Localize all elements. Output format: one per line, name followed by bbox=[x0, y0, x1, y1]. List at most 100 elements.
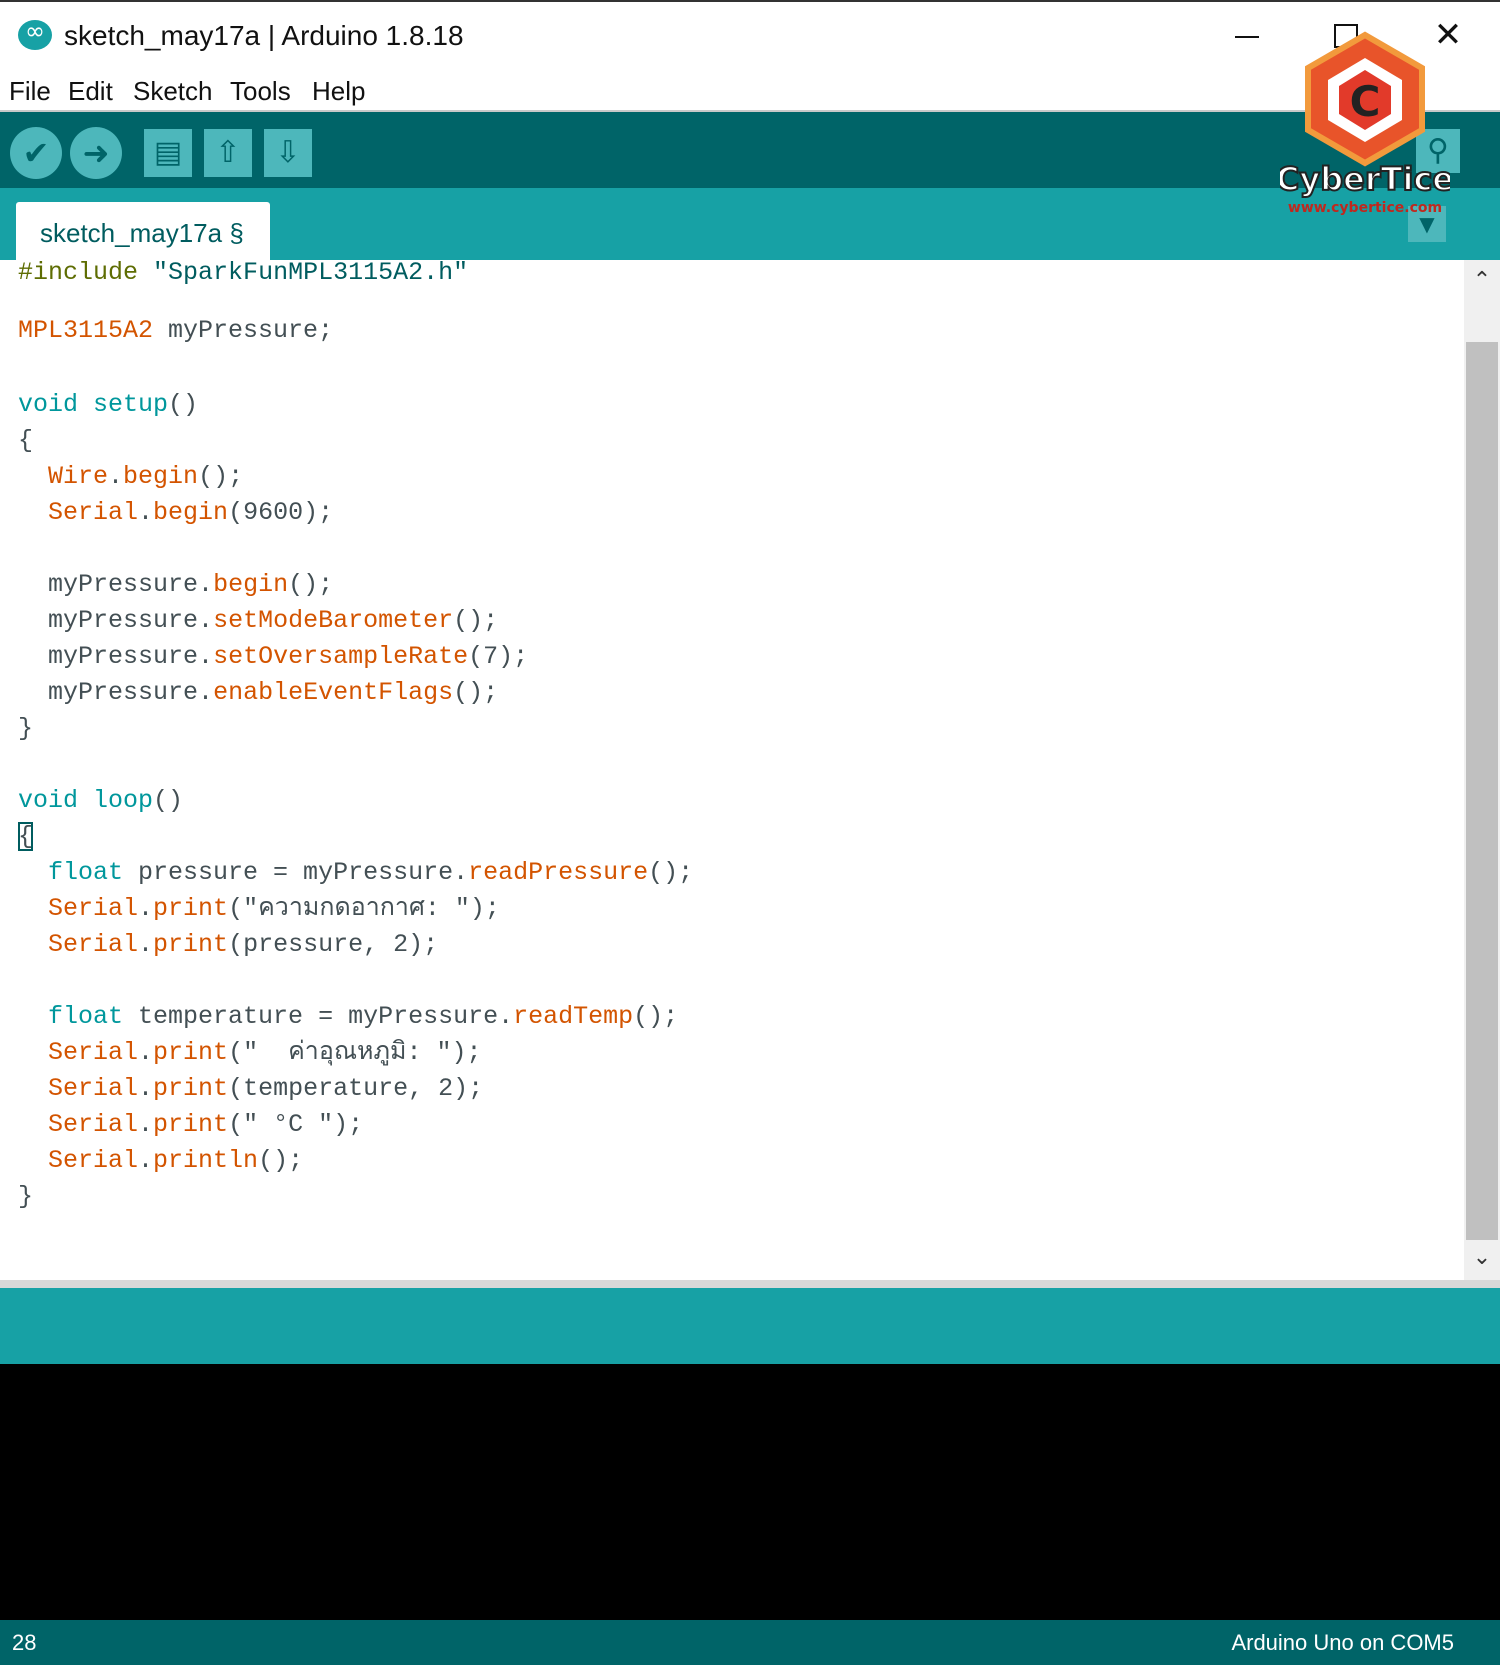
code-token: (7); bbox=[468, 642, 529, 671]
code-token: #include bbox=[18, 260, 139, 287]
code-token: Serial bbox=[48, 1074, 139, 1103]
code-token: () bbox=[168, 390, 199, 419]
code-token: Wire bbox=[48, 462, 109, 491]
menu-file[interactable]: File bbox=[9, 76, 51, 107]
code-token: begin bbox=[213, 570, 289, 599]
toolbar: ✔ ➜ ▤ ⇧ ⇩ ⚲ bbox=[0, 112, 1500, 188]
code-token: . bbox=[138, 1074, 154, 1103]
code-token: (); bbox=[453, 678, 499, 707]
menu-help[interactable]: Help bbox=[312, 76, 365, 107]
text-cursor: { bbox=[18, 822, 34, 851]
code-token: (temperature, 2); bbox=[228, 1074, 484, 1103]
code-token: pressure = myPressure. bbox=[123, 858, 469, 887]
code-line: Serial.begin(9600); bbox=[18, 494, 333, 532]
code-token: (" °C "); bbox=[228, 1110, 364, 1139]
code-line: void loop() bbox=[18, 782, 183, 820]
code-token: . bbox=[198, 678, 214, 707]
editor-console-divider[interactable] bbox=[0, 1280, 1500, 1288]
code-editor[interactable]: #include "SparkFunMPL3115A2.h" MPL3115A2… bbox=[0, 260, 1464, 1280]
save-sketch-button[interactable]: ⇩ bbox=[264, 129, 312, 177]
cybertice-logo: C CyberTice www.cybertice.com bbox=[1280, 31, 1450, 215]
code-token: . bbox=[138, 1110, 154, 1139]
verify-button[interactable]: ✔ bbox=[10, 127, 62, 179]
title-bar: sketch_may17a | Arduino 1.8.18 ✕ bbox=[0, 0, 1500, 70]
code-line: Wire.begin(); bbox=[18, 458, 243, 496]
logo-letter: C bbox=[1350, 77, 1381, 126]
code-token: myPressure bbox=[48, 606, 199, 635]
code-token: () bbox=[153, 786, 184, 815]
tab-sketch-label: sketch_may17a § bbox=[40, 218, 244, 248]
scroll-down-arrow-icon[interactable]: ⌄ bbox=[1464, 1245, 1500, 1275]
code-line: void setup() bbox=[18, 386, 198, 424]
minimize-button[interactable] bbox=[1225, 16, 1269, 56]
code-token: temperature = myPressure. bbox=[123, 1002, 514, 1031]
code-token: print bbox=[153, 1110, 229, 1139]
menu-bar: File Edit Sketch Tools Help bbox=[0, 70, 1500, 112]
code-token: (); bbox=[648, 858, 694, 887]
code-line: myPressure.begin(); bbox=[18, 566, 333, 604]
code-line: myPressure.setModeBarometer(); bbox=[18, 602, 498, 640]
window-title: sketch_may17a | Arduino 1.8.18 bbox=[64, 20, 464, 51]
code-line: Serial.print("ความกดอากาศ: "); bbox=[18, 890, 500, 928]
code-token: loop bbox=[93, 786, 154, 815]
menu-sketch[interactable]: Sketch bbox=[133, 76, 213, 107]
menu-edit[interactable]: Edit bbox=[68, 76, 113, 107]
code-token: begin bbox=[153, 498, 229, 527]
open-sketch-button[interactable]: ⇧ bbox=[204, 129, 252, 177]
code-line: Serial.println(); bbox=[18, 1142, 303, 1180]
scroll-up-arrow-icon[interactable]: ⌃ bbox=[1464, 268, 1500, 298]
code-token: readTemp bbox=[513, 1002, 634, 1031]
code-token: . bbox=[198, 570, 214, 599]
menu-tools[interactable]: Tools bbox=[230, 76, 291, 107]
code-line: myPressure.setOversampleRate(7); bbox=[18, 638, 528, 676]
code-token: "SparkFunMPL3115A2.h" bbox=[153, 260, 469, 287]
status-bar bbox=[0, 1288, 1500, 1364]
code-token: . bbox=[198, 642, 214, 671]
code-line: Serial.print(temperature, 2); bbox=[18, 1070, 483, 1108]
code-token: . bbox=[108, 462, 124, 491]
code-line: MPL3115A2 myPressure; bbox=[18, 312, 333, 350]
code-token: . bbox=[138, 930, 154, 959]
code-token: (); bbox=[198, 462, 244, 491]
editor-scrollbar[interactable]: ⌃ ⌄ bbox=[1464, 260, 1500, 1280]
scroll-thumb[interactable] bbox=[1466, 342, 1498, 1240]
code-token: . bbox=[138, 1038, 154, 1067]
code-token: float bbox=[48, 858, 124, 887]
code-token: print bbox=[153, 1038, 229, 1067]
new-sketch-button[interactable]: ▤ bbox=[144, 129, 192, 177]
code-line: Serial.print(" ค่าอุณหภูมิ: "); bbox=[18, 1034, 481, 1072]
tab-sketch[interactable]: sketch_may17a § bbox=[16, 202, 270, 260]
code-token: (); bbox=[453, 606, 499, 635]
code-line: float temperature = myPressure.readTemp(… bbox=[18, 998, 678, 1036]
code-token: print bbox=[153, 894, 229, 923]
code-line: #include "SparkFunMPL3115A2.h" bbox=[18, 260, 468, 292]
code-token: void bbox=[18, 390, 79, 419]
code-token: setup bbox=[93, 390, 169, 419]
code-token: . bbox=[138, 498, 154, 527]
code-token: (); bbox=[258, 1146, 304, 1175]
code-token: print bbox=[153, 930, 229, 959]
code-token: Serial bbox=[48, 894, 139, 923]
code-line: { bbox=[18, 818, 34, 856]
code-line: float pressure = myPressure.readPressure… bbox=[18, 854, 693, 892]
code-token: . bbox=[198, 606, 214, 635]
code-token: ("ความกดอากาศ: "); bbox=[228, 894, 500, 923]
code-token: Serial bbox=[48, 1110, 139, 1139]
tab-bar: sketch_may17a § ▼ bbox=[0, 188, 1500, 260]
code-token: Serial bbox=[48, 1146, 139, 1175]
code-token: myPressure bbox=[48, 642, 199, 671]
code-line: { bbox=[18, 426, 34, 455]
code-token: myPressure bbox=[48, 678, 199, 707]
arduino-app-icon bbox=[18, 17, 52, 50]
code-token: enableEventFlags bbox=[213, 678, 454, 707]
code-line: } bbox=[18, 714, 34, 743]
code-token: (); bbox=[288, 570, 334, 599]
code-token: myPressure bbox=[48, 570, 199, 599]
code-line: Serial.print(pressure, 2); bbox=[18, 926, 438, 964]
code-token: myPressure; bbox=[153, 316, 334, 345]
output-console bbox=[0, 1364, 1500, 1620]
upload-button[interactable]: ➜ bbox=[70, 127, 122, 179]
code-token: begin bbox=[123, 462, 199, 491]
code-token: setOversampleRate bbox=[213, 642, 469, 671]
logo-url: www.cybertice.com bbox=[1288, 200, 1442, 215]
